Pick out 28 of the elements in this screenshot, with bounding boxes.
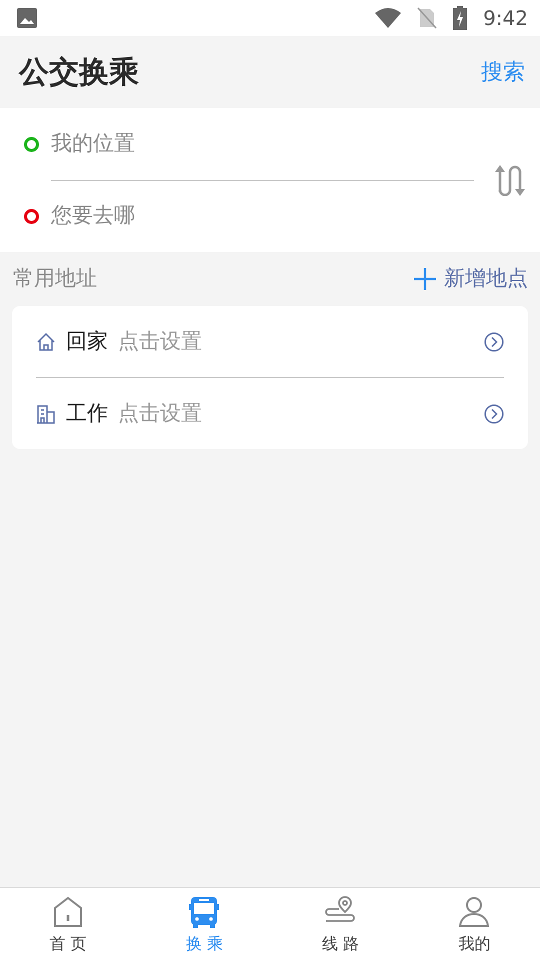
address-name: 工作 [66,400,108,427]
image-icon [16,7,38,29]
location-field[interactable]: 您要去哪 [51,200,471,232]
home-icon [36,332,56,352]
section-title: 常用地址 [13,265,97,292]
bus-icon [188,896,220,928]
home-icon [53,896,84,928]
person-icon [458,896,490,928]
chevron-right-icon[interactable] [484,404,504,424]
location-field[interactable]: 我的位置 [51,128,471,160]
add-place-button[interactable]: 新增地点 [414,263,528,295]
plus-icon [414,268,436,290]
wifi-icon [375,8,402,28]
building-icon [36,404,56,424]
status-time: 9:42 [483,5,528,32]
chevron-right-icon[interactable] [484,332,504,352]
battery-icon [453,6,468,30]
tab[interactable]: 我的 [408,888,540,960]
search-link[interactable]: 搜索 [481,56,525,88]
no-sim-icon [417,7,438,29]
swap-icon[interactable] [494,164,526,196]
tab[interactable]: 换 乘 [136,888,273,960]
tab[interactable]: 线 路 [272,888,409,960]
tab[interactable]: 首 页 [0,888,136,960]
address-hint[interactable]: 点击设置 [118,326,202,358]
address-hint[interactable]: 点击设置 [118,398,202,430]
address-name: 回家 [66,328,108,355]
page-title: 公交换乘 [19,54,139,92]
